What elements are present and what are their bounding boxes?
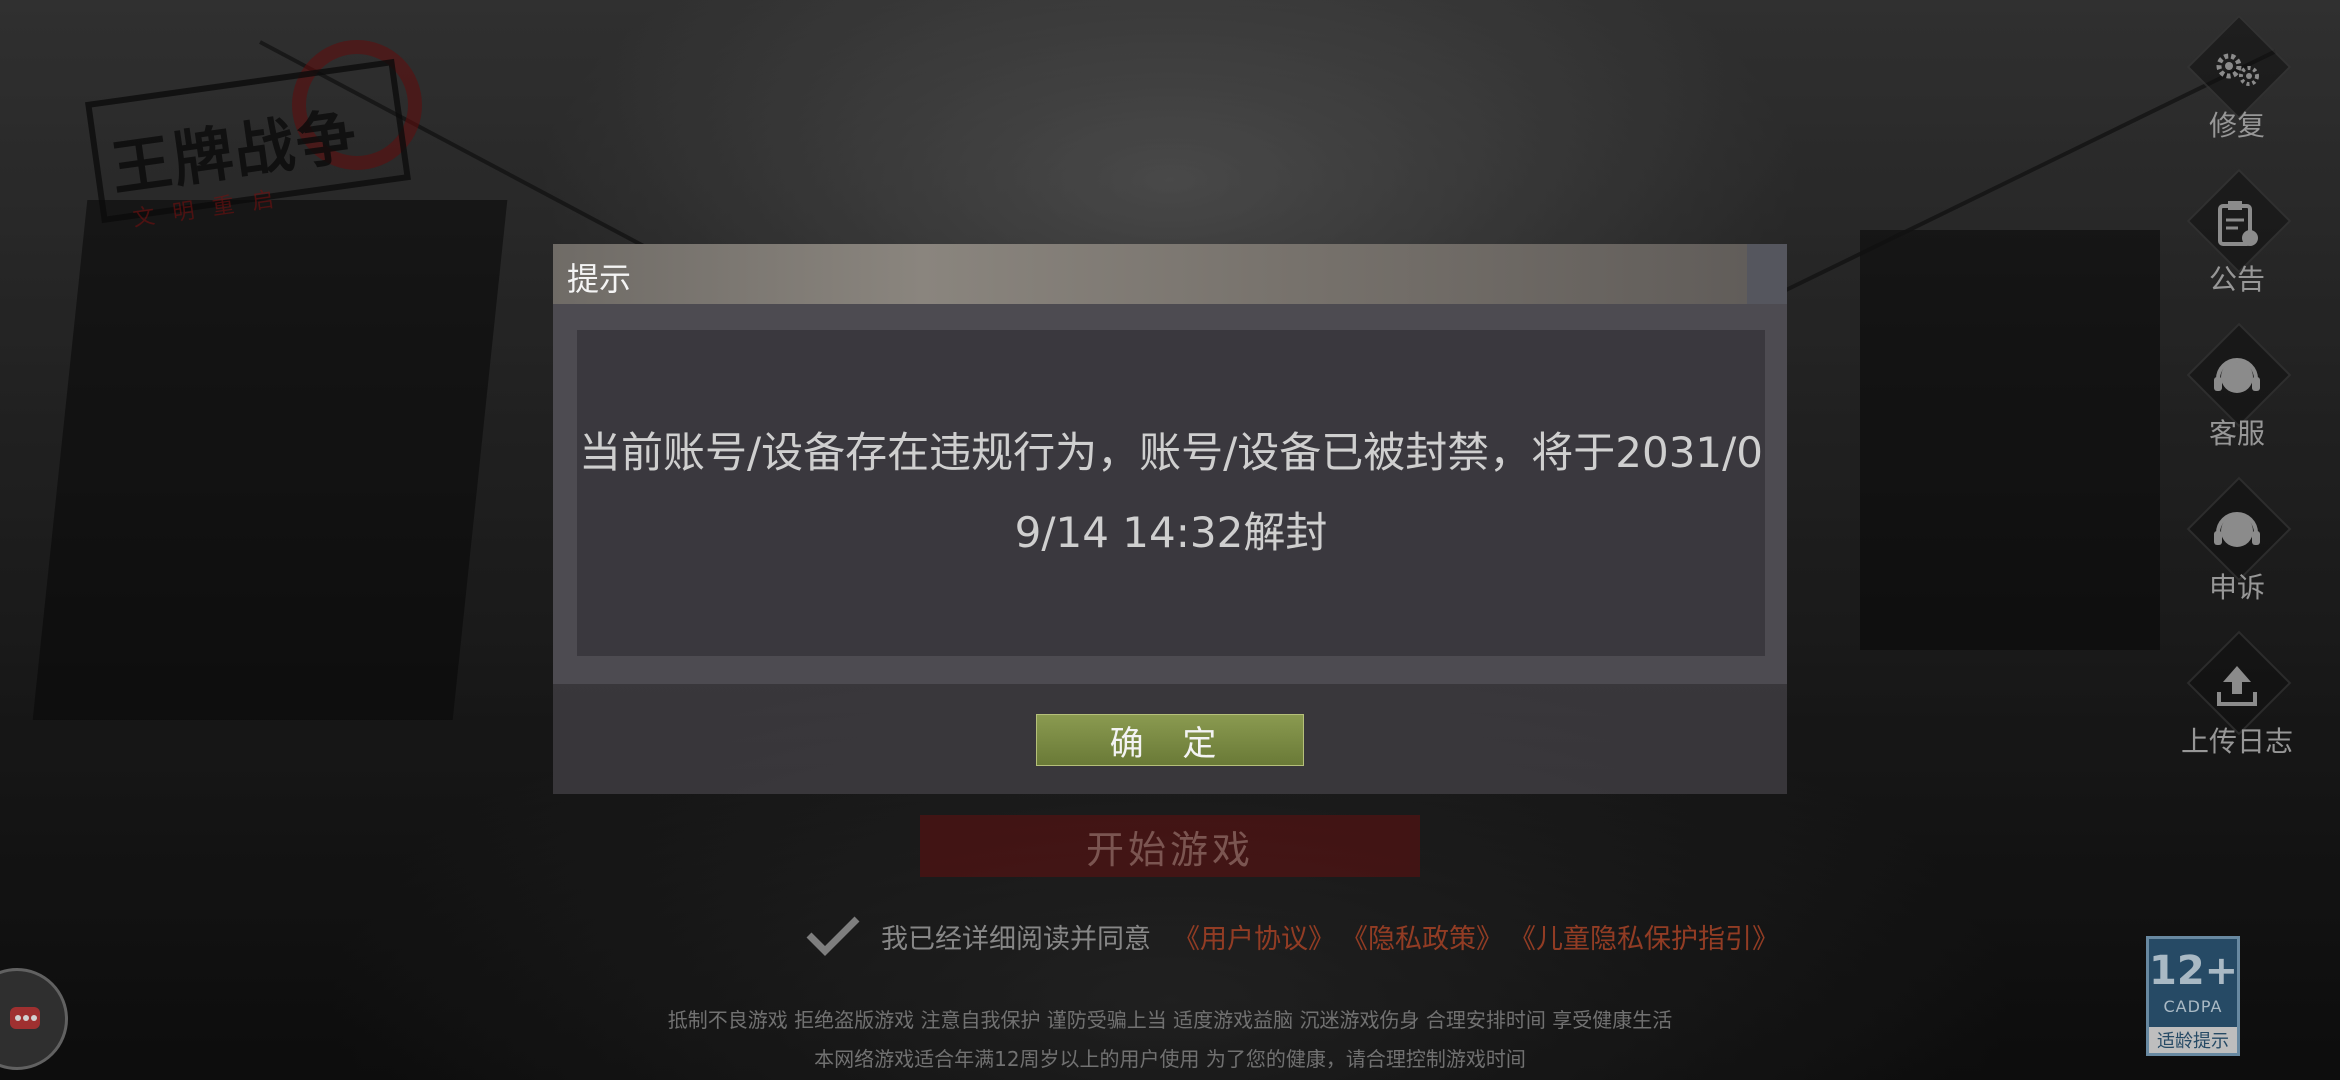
confirm-button[interactable]: 确 定 — [1036, 714, 1304, 766]
dialog-header: 提示 — [553, 244, 1787, 304]
dialog-header-accent — [1747, 244, 1787, 304]
dialog-message: 当前账号/设备存在违规行为，账号/设备已被封禁，将于2031/09/14 14:… — [578, 428, 1764, 557]
dialog-title: 提示 — [567, 260, 632, 298]
ban-notice-dialog: 提示 当前账号/设备存在违规行为，账号/设备已被封禁，将于2031/09/14 … — [553, 244, 1787, 794]
dialog-message-box: 当前账号/设备存在违规行为，账号/设备已被封禁，将于2031/09/14 14:… — [577, 330, 1765, 656]
